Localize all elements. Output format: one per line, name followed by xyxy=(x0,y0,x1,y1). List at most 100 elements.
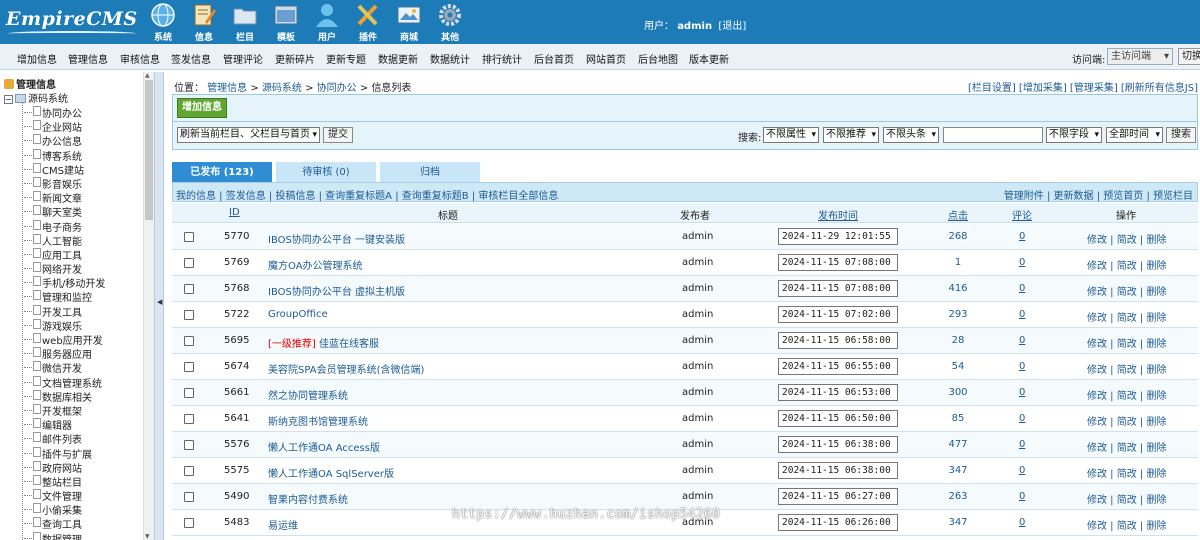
menu-admin-home[interactable]: 后台首页 xyxy=(534,51,574,66)
row-actions[interactable]: 修改 | 简改 | 删除 xyxy=(1087,361,1166,376)
visit-select[interactable]: 主访问端 xyxy=(1107,48,1173,65)
tree-item[interactable]: 新闻文章 xyxy=(24,190,105,205)
column-actions[interactable]: [栏目设置] [增加采集] [管理采集] [刷新所有信息JS] xyxy=(968,79,1198,94)
nav-user[interactable]: 用户 xyxy=(310,2,344,44)
tree-item[interactable]: 影音娱乐 xyxy=(24,176,105,191)
row-actions[interactable]: 修改 | 简改 | 删除 xyxy=(1087,439,1166,454)
nav-info[interactable]: 信息 xyxy=(187,2,221,44)
tree-item[interactable]: 文档管理系统 xyxy=(24,375,105,390)
row-comments-link[interactable]: 0 xyxy=(1019,517,1025,528)
row-time-input[interactable]: 2024-11-15 06:26:00 xyxy=(778,514,898,531)
crumb-collab-office[interactable]: 协同办公 xyxy=(317,83,357,94)
field-select[interactable]: 不限字段 xyxy=(1046,127,1102,143)
recommend-filter[interactable]: 不限推荐 xyxy=(823,127,879,143)
tree-item[interactable]: 网络开发 xyxy=(24,261,105,276)
nav-other[interactable]: 其他 xyxy=(433,2,467,44)
row-comments-link[interactable]: 0 xyxy=(1019,465,1025,476)
row-checkbox[interactable] xyxy=(184,336,194,346)
row-comments-link[interactable]: 0 xyxy=(1019,439,1025,450)
tree-item[interactable]: 微信开发 xyxy=(24,360,105,375)
row-checkbox[interactable] xyxy=(184,466,194,476)
menu-sign-info[interactable]: 签发信息 xyxy=(171,51,211,66)
row-time-input[interactable]: 2024-11-15 07:08:00 xyxy=(778,280,898,297)
menu-review-info[interactable]: 审核信息 xyxy=(120,51,160,66)
scroll-up-icon[interactable]: ▲ xyxy=(145,72,150,79)
tree-item[interactable]: 邮件列表 xyxy=(24,431,105,446)
row-checkbox[interactable] xyxy=(184,518,194,528)
nav-plugin[interactable]: 插件 xyxy=(351,2,385,44)
row-time-input[interactable]: 2024-11-15 07:08:00 xyxy=(778,254,898,271)
row-title-link[interactable]: 懒人工作通OA SqlServer版 xyxy=(268,469,394,480)
row-actions[interactable]: 修改 | 简改 | 删除 xyxy=(1087,387,1166,402)
row-time-input[interactable]: 2024-11-15 06:50:00 xyxy=(778,410,898,427)
info-filter-links[interactable]: 我的信息 | 签发信息 | 投稿信息 | 查询重复标题A | 查询重复标题B |… xyxy=(176,187,558,202)
tree-item[interactable]: 协同办公 xyxy=(24,105,105,120)
tab-published[interactable]: 已发布 (123) xyxy=(172,162,272,182)
tree-item[interactable]: 编辑器 xyxy=(24,417,105,432)
tree-root[interactable]: 管理信息 xyxy=(4,76,56,91)
tab-archive[interactable]: 归档 xyxy=(380,162,480,182)
attribute-filter[interactable]: 不限属性 xyxy=(763,127,819,143)
row-checkbox[interactable] xyxy=(184,388,194,398)
tree-item[interactable]: 查询工具 xyxy=(24,516,105,531)
tree-item[interactable]: CMS建站 xyxy=(24,162,105,177)
row-time-input[interactable]: 2024-11-15 06:55:00 xyxy=(778,358,898,375)
menu-update-fragments[interactable]: 更新碎片 xyxy=(275,51,315,66)
collapse-left-icon[interactable]: ◀ xyxy=(157,298,162,306)
row-actions[interactable]: 修改 | 简改 | 删除 xyxy=(1087,491,1166,506)
tree-item[interactable]: 开发框架 xyxy=(24,403,105,418)
tree-item[interactable]: web应用开发 xyxy=(24,332,105,347)
row-title-link[interactable]: 魔方OA办公管理系统 xyxy=(268,261,363,272)
headline-filter[interactable]: 不限头条 xyxy=(883,127,939,143)
tree-item[interactable]: 小偷采集 xyxy=(24,502,105,517)
row-title-link[interactable]: IBOS协同办公平台 虚拟主机版 xyxy=(268,287,405,298)
row-time-input[interactable]: 2024-11-15 07:02:00 xyxy=(778,306,898,323)
menu-manage-comments[interactable]: 管理评论 xyxy=(223,51,263,66)
row-actions[interactable]: 修改 | 简改 | 删除 xyxy=(1087,465,1166,480)
row-title-link[interactable]: 斯纳克图书馆管理系统 xyxy=(268,417,368,428)
row-checkbox[interactable] xyxy=(184,284,194,294)
nav-mall[interactable]: 商城 xyxy=(392,2,426,44)
search-input[interactable] xyxy=(943,127,1043,143)
col-id[interactable]: ID xyxy=(229,207,240,218)
row-actions[interactable]: 修改 | 简改 | 删除 xyxy=(1087,517,1166,532)
row-time-input[interactable]: 2024-11-15 06:27:00 xyxy=(778,488,898,505)
menu-manage-info[interactable]: 管理信息 xyxy=(68,51,108,66)
col-comments[interactable]: 评论 xyxy=(1012,207,1032,222)
manage-links[interactable]: 管理附件 | 更新数据 | 预览首页 | 预览栏目 xyxy=(1004,187,1193,202)
row-title-link[interactable]: 智果内容付费系统 xyxy=(268,495,348,506)
menu-update-topics[interactable]: 更新专题 xyxy=(326,51,366,66)
menu-data-update[interactable]: 数据更新 xyxy=(378,51,418,66)
menu-add-info[interactable]: 增加信息 xyxy=(17,51,57,66)
scroll-down-icon[interactable]: ▼ xyxy=(145,533,150,540)
switch-button[interactable]: 切换 xyxy=(1178,48,1200,65)
tree-item[interactable]: 开发工具 xyxy=(24,304,105,319)
row-title-link[interactable]: 然之协同管理系统 xyxy=(268,391,348,402)
nav-template[interactable]: 模板 xyxy=(269,2,303,44)
row-title-link[interactable]: 懒人工作通OA Access版 xyxy=(268,443,380,454)
tree-item[interactable]: 电子商务 xyxy=(24,219,105,234)
row-title-link[interactable]: 美容院SPA会员管理系统(含微信端) xyxy=(268,365,424,376)
row-actions[interactable]: 修改 | 简改 | 删除 xyxy=(1087,283,1166,298)
menu-site-home[interactable]: 网站首页 xyxy=(586,51,626,66)
row-actions[interactable]: 修改 | 简改 | 删除 xyxy=(1087,231,1166,246)
row-actions[interactable]: 修改 | 简改 | 删除 xyxy=(1087,257,1166,272)
tab-pending[interactable]: 待审核 (0) xyxy=(276,162,376,182)
tree-item[interactable]: 手机/移动开发 xyxy=(24,275,105,290)
crumb-source-system[interactable]: 源码系统 xyxy=(262,83,302,94)
row-title-link[interactable]: 易运维 xyxy=(268,521,298,532)
tree-item[interactable]: 文件管理 xyxy=(24,488,105,503)
row-time-input[interactable]: 2024-11-15 06:58:00 xyxy=(778,332,898,349)
row-comments-link[interactable]: 0 xyxy=(1019,413,1025,424)
row-actions[interactable]: 修改 | 简改 | 删除 xyxy=(1087,335,1166,350)
row-comments-link[interactable]: 0 xyxy=(1019,491,1025,502)
tree-scrollbar[interactable]: ▲ ▼ xyxy=(143,72,154,540)
search-button[interactable]: 搜索 xyxy=(1166,127,1196,143)
logout-link[interactable]: [退出] xyxy=(718,21,746,32)
menu-version-update[interactable]: 版本更新 xyxy=(689,51,729,66)
row-time-input[interactable]: 2024-11-15 06:53:00 xyxy=(778,384,898,401)
row-comments-link[interactable]: 0 xyxy=(1019,257,1025,268)
menu-rank-stats[interactable]: 排行统计 xyxy=(482,51,522,66)
tree-item[interactable]: 博客系统 xyxy=(24,148,105,163)
nav-column[interactable]: 栏目 xyxy=(228,2,262,44)
